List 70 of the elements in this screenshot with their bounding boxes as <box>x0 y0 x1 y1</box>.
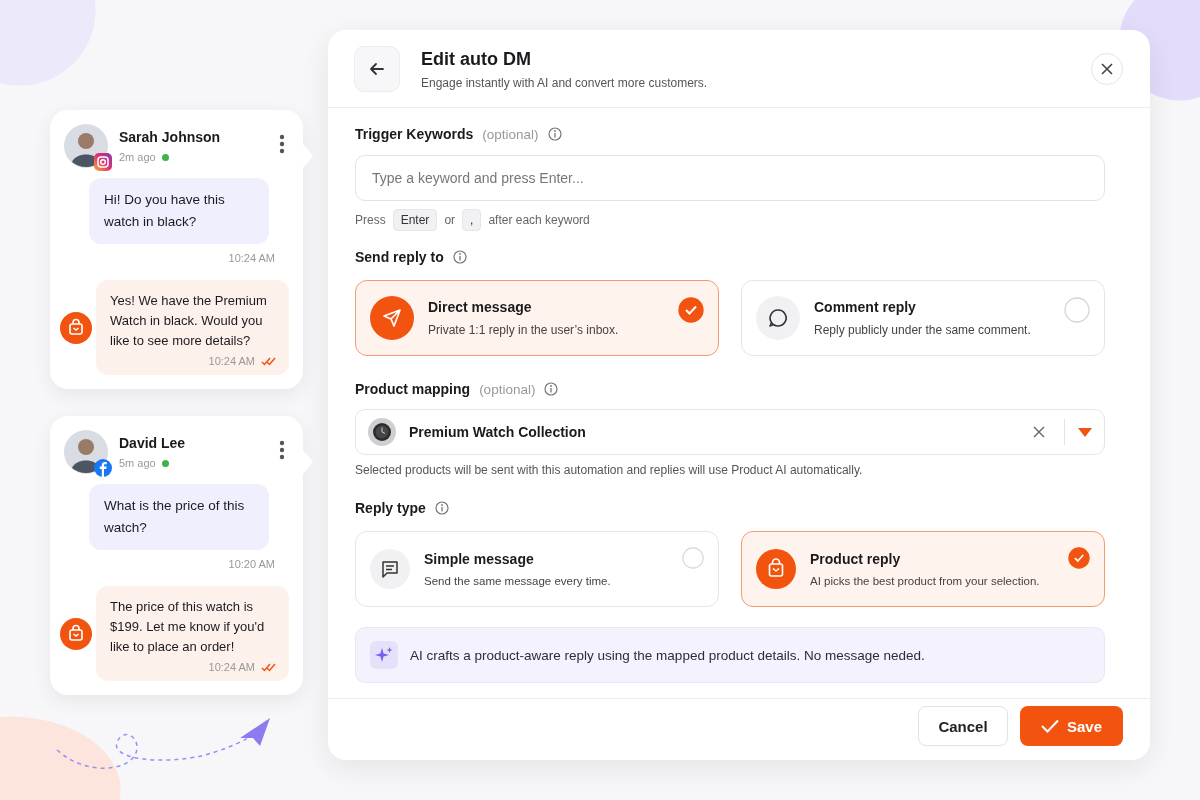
modal-subtitle: Engage instantly with AI and convert more customers. <box>421 75 709 90</box>
section-label: Reply type <box>355 500 426 516</box>
shopping-bag-icon <box>60 311 92 344</box>
last-seen-time: 2m ago <box>119 151 156 163</box>
hint-text: Press <box>355 213 386 227</box>
message-time: 10:24 AM <box>208 661 255 673</box>
social-badge-icon <box>94 459 112 477</box>
option-title: Comment reply <box>814 299 917 315</box>
clear-icon[interactable] <box>1033 426 1045 438</box>
info-icon[interactable] <box>452 250 467 264</box>
option-description: Send the same message every time. <box>424 575 612 587</box>
close-button[interactable] <box>1091 53 1123 85</box>
check-circle-icon <box>678 297 704 323</box>
info-icon[interactable] <box>434 501 449 515</box>
info-icon[interactable] <box>544 382 559 396</box>
optional-label: (optional) <box>482 126 539 142</box>
shopping-bag-icon <box>60 617 92 650</box>
hint-text: or <box>444 213 456 227</box>
sparkle-icon <box>370 641 398 669</box>
contact-name: Sarah Johnson <box>119 129 222 145</box>
message-bubble: What is the price of this watch? <box>89 484 269 550</box>
message-time: 10:24 AM <box>208 355 255 367</box>
option-card[interactable]: Direct message Private 1:1 reply in the user’s inbox. <box>355 280 719 356</box>
shopping-bag-icon <box>756 549 796 589</box>
message-lines-icon <box>370 549 410 589</box>
message-text: The price of this watch is $199. Let me know if you'd like to place an order! <box>110 598 266 656</box>
helper-text: Selected products will be sent with this automation and replies will use Product AI automatically. <box>355 463 864 477</box>
radio-circle-icon <box>682 547 704 569</box>
option-card[interactable]: Comment reply Reply publicly under the same comment. <box>741 280 1105 356</box>
last-seen-time: 5m ago <box>119 457 156 469</box>
watch-icon <box>368 418 396 446</box>
option-card[interactable]: Simple message Send the same message every time. <box>355 531 719 607</box>
back-arrow-icon <box>368 60 386 78</box>
dropdown-caret-icon[interactable] <box>1078 427 1092 437</box>
contact-name: David Lee <box>119 435 187 451</box>
option-title: Product reply <box>810 551 902 567</box>
section-label: Trigger Keywords <box>355 126 474 142</box>
speech-bubble-icon <box>756 296 800 340</box>
product-select[interactable]: Premium Watch Collection <box>355 409 1105 455</box>
camera-badge-icon <box>94 153 112 171</box>
more-icon[interactable] <box>279 134 285 154</box>
option-card[interactable]: Product reply AI picks the best product from your selection. <box>741 531 1105 607</box>
send-icon <box>370 296 414 340</box>
info-icon[interactable] <box>547 127 562 141</box>
banner-text: AI crafts a product-aware reply using the mapped product details. No message neded. <box>410 647 925 663</box>
option-title: Simple message <box>424 551 535 567</box>
message-text: Yes! We have the Premium Watch in black. Would you like to see more details? <box>110 292 268 350</box>
modal-title: Edit auto DM <box>421 48 532 70</box>
avatar-icon <box>64 124 108 168</box>
check-icon <box>1040 719 1059 733</box>
radio-circle-icon <box>1064 297 1090 323</box>
close-icon <box>1101 63 1113 75</box>
option-description: AI picks the best product from your selection. <box>810 575 1041 587</box>
more-icon[interactable] <box>279 440 285 460</box>
key-chip: , <box>462 209 482 231</box>
keyword-input[interactable]: Type a keyword and press Enter... <box>355 155 1105 201</box>
check-circle-icon <box>1068 547 1090 569</box>
option-title: Direct message <box>428 299 533 315</box>
key-chip: Enter <box>392 209 438 231</box>
message-time: 10:24 AM <box>228 252 275 264</box>
message-bubble: Hi! Do you have this watch in black? <box>89 178 269 244</box>
option-description: Private 1:1 reply in the user’s inbox. <box>428 323 620 337</box>
cancel-button[interactable]: Cancel <box>918 706 1008 746</box>
option-description: Reply publicly under the same comment. <box>814 323 1032 337</box>
message-time: 10:20 AM <box>228 558 275 570</box>
section-label: Product mapping <box>355 381 471 397</box>
optional-label: (optional) <box>479 381 536 397</box>
back-button[interactable] <box>354 46 400 92</box>
hint-text: after each keyword <box>488 213 590 227</box>
section-label: Send reply to <box>355 249 444 265</box>
